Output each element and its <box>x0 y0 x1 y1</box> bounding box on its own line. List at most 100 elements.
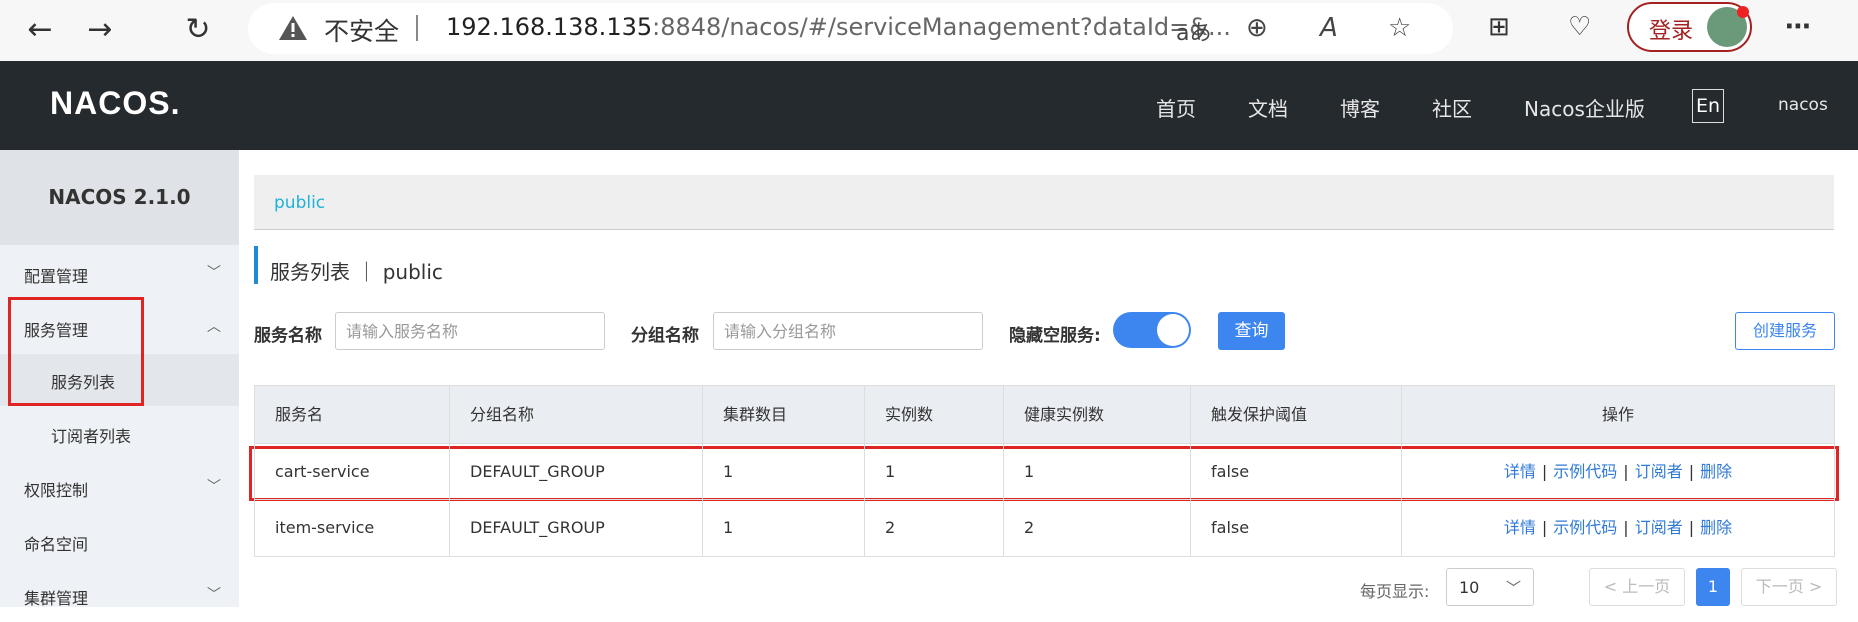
sidebar-item-label: 命名空间 <box>24 535 89 554</box>
health-icon[interactable]: ♡ <box>1568 12 1591 42</box>
op-separator: | <box>1623 518 1629 537</box>
group-name-input[interactable] <box>713 312 983 350</box>
hide-empty-toggle[interactable] <box>1113 312 1191 348</box>
current-page-button[interactable]: 1 <box>1696 568 1730 606</box>
nav-blog[interactable]: 博客 <box>1340 93 1380 122</box>
op-separator: | <box>1688 518 1695 537</box>
sidebar-item-auth[interactable]: 权限控制 ﹀ <box>0 462 239 514</box>
delete-link[interactable]: 删除 <box>1700 518 1732 537</box>
service-name-field[interactable] <box>336 313 604 349</box>
group-name-field[interactable] <box>714 313 982 349</box>
query-button[interactable]: 查询 <box>1218 312 1285 350</box>
column-header-clusters: 集群数目 <box>703 386 865 443</box>
sidebar-highlight-box <box>8 297 144 406</box>
prev-page-button[interactable]: < 上一页 <box>1589 568 1685 606</box>
zoom-icon[interactable]: ⊕ <box>1246 13 1268 43</box>
nav-enterprise[interactable]: Nacos企业版 <box>1524 93 1645 122</box>
address-bar[interactable]: 不安全 192.168.138.135:8848/nacos/#/service… <box>248 3 1453 54</box>
sidebar-item-label: 配置管理 <box>24 267 89 286</box>
per-page-select[interactable]: 10 ﹀ <box>1446 568 1534 606</box>
chevron-down-icon: ﹀ <box>207 587 221 603</box>
hide-empty-label: 隐藏空服务: <box>1009 326 1101 346</box>
cell-instances: 2 <box>865 500 1004 556</box>
service-name-label: 服务名称 <box>254 326 322 346</box>
app-header: NACOS. 首页 文档 博客 社区 Nacos企业版 En nacos <box>0 61 1858 150</box>
collections-icon[interactable]: ⊞ <box>1488 12 1510 42</box>
sidebar-item-subscribers[interactable]: 订阅者列表 <box>0 408 239 460</box>
per-page-label: 每页显示: <box>1360 582 1430 601</box>
forward-icon[interactable]: → <box>80 10 120 50</box>
chevron-down-icon: ﹀ <box>207 265 221 281</box>
detail-link[interactable]: 详情 <box>1504 462 1536 481</box>
detail-link[interactable]: 详情 <box>1504 518 1536 537</box>
create-service-button[interactable]: 创建服务 <box>1735 312 1835 350</box>
delete-link[interactable]: 删除 <box>1700 462 1732 481</box>
group-name-label: 分组名称 <box>631 326 699 346</box>
service-name-input[interactable] <box>335 312 605 350</box>
notification-dot <box>1737 6 1749 18</box>
cell-threshold: false <box>1191 500 1402 556</box>
nav-home[interactable]: 首页 <box>1156 93 1196 122</box>
page-title: 服务列表 ｜ public <box>270 260 443 284</box>
sidebar-item-label: 权限控制 <box>24 481 89 500</box>
nav-docs[interactable]: 文档 <box>1248 93 1288 122</box>
url-text: 192.168.138.135:8848/nacos/#/serviceMana… <box>446 13 1231 41</box>
namespace-bar: public <box>254 175 1834 230</box>
namespace-tab-public[interactable]: public <box>274 193 325 213</box>
column-header-group: 分组名称 <box>450 386 703 443</box>
nacos-logo[interactable]: NACOS. <box>50 85 180 122</box>
cell-threshold: false <box>1191 444 1402 499</box>
column-header-healthy: 健康实例数 <box>1004 386 1191 443</box>
cell-healthy: 1 <box>1004 444 1191 499</box>
chevron-up-icon: ︿ <box>207 319 221 335</box>
table-row: item-service DEFAULT_GROUP 1 2 2 false 详… <box>255 500 1834 556</box>
warning-icon <box>279 16 307 40</box>
sidebar-item-config[interactable]: 配置管理 ﹀ <box>0 248 239 300</box>
sample-code-link[interactable]: 示例代码 <box>1553 518 1617 537</box>
table-header-row: 服务名 分组名称 集群数目 实例数 健康实例数 触发保护阈值 操作 <box>255 386 1834 444</box>
cell-actions: 详情 | 示例代码 | 订阅者 | 删除 <box>1402 500 1834 556</box>
toggle-knob <box>1157 314 1189 346</box>
favorite-star-icon[interactable]: ☆ <box>1388 13 1411 43</box>
per-page-value: 10 <box>1459 578 1480 597</box>
sidebar-item-cluster[interactable]: 集群管理 ﹀ <box>0 570 239 622</box>
title-accent-bar <box>254 246 258 284</box>
language-switch[interactable]: En <box>1692 89 1724 123</box>
more-menu-icon[interactable]: ⋯ <box>1785 12 1811 42</box>
user-name[interactable]: nacos <box>1778 95 1828 115</box>
sidebar-item-label: 订阅者列表 <box>51 427 132 446</box>
cell-clusters: 1 <box>703 444 865 499</box>
sample-code-link[interactable]: 示例代码 <box>1553 462 1617 481</box>
cell-service-name: item-service <box>255 500 450 556</box>
address-separator <box>416 15 418 41</box>
login-label: 登录 <box>1649 19 1694 44</box>
nav-community[interactable]: 社区 <box>1432 93 1472 122</box>
subscribers-link[interactable]: 订阅者 <box>1635 462 1683 481</box>
refresh-icon[interactable]: ↻ <box>178 10 218 50</box>
cell-healthy: 2 <box>1004 500 1191 556</box>
op-separator: | <box>1688 462 1695 481</box>
cell-group: DEFAULT_GROUP <box>450 444 703 499</box>
column-header-instances: 实例数 <box>865 386 1004 443</box>
cell-group: DEFAULT_GROUP <box>450 500 703 556</box>
browser-toolbar: ← → ↻ 不安全 192.168.138.135:8848/nacos/#/s… <box>0 0 1858 61</box>
not-secure-label: 不安全 <box>324 17 400 46</box>
table-row: cart-service DEFAULT_GROUP 1 1 1 false 详… <box>255 444 1834 500</box>
translate-icon[interactable]: aあ <box>1176 15 1211 47</box>
op-separator: | <box>1541 518 1548 537</box>
service-table: 服务名 分组名称 集群数目 实例数 健康实例数 触发保护阈值 操作 cart-s… <box>254 385 1835 557</box>
cell-actions: 详情 | 示例代码 | 订阅者 | 删除 <box>1402 444 1834 499</box>
next-page-button[interactable]: 下一页 > <box>1741 568 1837 606</box>
chevron-down-icon: ﹀ <box>207 479 221 495</box>
subscribers-link[interactable]: 订阅者 <box>1635 518 1683 537</box>
cell-instances: 1 <box>865 444 1004 499</box>
column-header-service-name: 服务名 <box>255 386 450 443</box>
read-aloud-icon[interactable]: A <box>1320 13 1338 43</box>
column-header-threshold: 触发保护阈值 <box>1191 386 1402 443</box>
op-separator: | <box>1541 462 1548 481</box>
cell-service-name: cart-service <box>255 444 450 499</box>
cell-clusters: 1 <box>703 500 865 556</box>
back-icon[interactable]: ← <box>20 10 60 50</box>
login-button[interactable]: 登录 <box>1627 2 1752 52</box>
sidebar-item-namespace[interactable]: 命名空间 <box>0 516 239 568</box>
